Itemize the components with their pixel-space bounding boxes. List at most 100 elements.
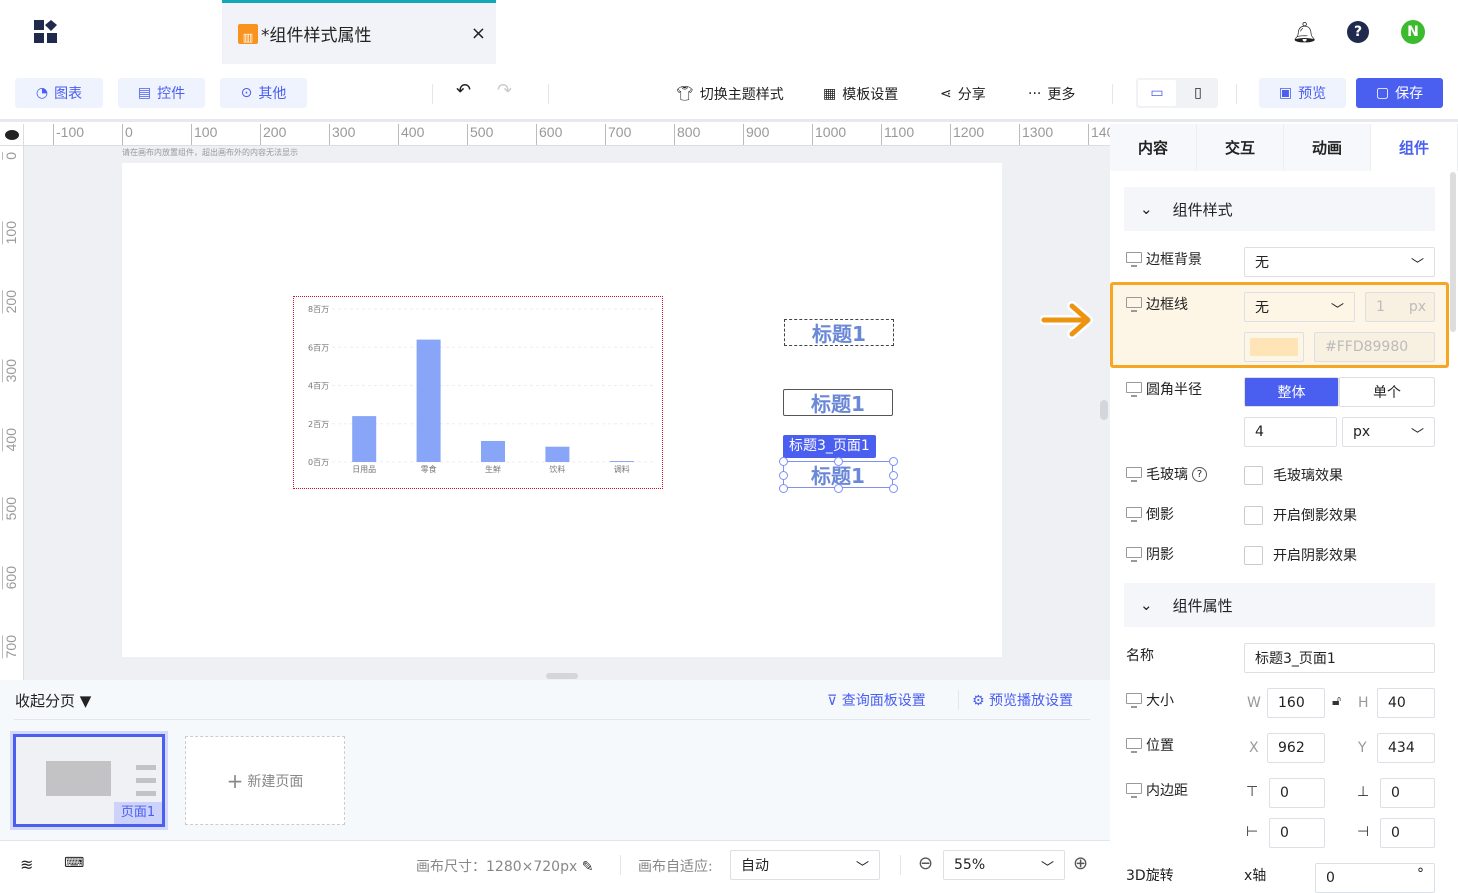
other-button[interactable]: ⊙ 其他	[220, 78, 307, 108]
border-line-select[interactable]: 无 ﹀	[1244, 292, 1355, 322]
width-input[interactable]: 160	[1267, 688, 1325, 718]
ruler-label: 800	[674, 124, 700, 145]
ruler-label: 100	[191, 124, 217, 145]
resize-handle[interactable]	[779, 457, 788, 466]
ruler-label: 1200	[950, 124, 984, 145]
caret-down-icon: ▼	[79, 692, 92, 710]
x-tick-label: 生鲜	[485, 464, 501, 474]
radius-unit-select[interactable]: px ﹀	[1342, 417, 1435, 447]
vertical-ruler[interactable]: 0 100 200 300 400 500 600 700	[0, 146, 24, 680]
glass-checkbox[interactable]: 毛玻璃效果	[1244, 465, 1343, 485]
scrollbar[interactable]	[546, 673, 578, 679]
help-icon[interactable]: ?	[1347, 21, 1369, 43]
template-button[interactable]: ▦ 模板设置	[823, 84, 898, 104]
desktop-icon[interactable]: ▭	[1138, 80, 1176, 106]
shadow-checkbox[interactable]: 开启阴影效果	[1244, 545, 1357, 565]
unlock-icon[interactable]: 🔓︎	[1332, 693, 1341, 709]
mobile-icon[interactable]: ▯	[1180, 80, 1216, 106]
save-button[interactable]: ▢ 保存	[1356, 78, 1443, 108]
new-page-button[interactable]: + 新建页面	[185, 736, 345, 825]
y-tick-label: 4百万	[308, 382, 329, 391]
template-icon: ▦	[823, 86, 837, 102]
layers-icon[interactable]: ≋	[20, 855, 33, 874]
x-input[interactable]: 962	[1267, 733, 1325, 763]
collapse-pages-button[interactable]: 收起分页 ▼	[15, 690, 91, 711]
preview-button[interactable]: ▣ 预览	[1259, 78, 1346, 108]
edit-icon[interactable]: ✎	[582, 859, 594, 875]
ruler-label: 400	[2, 428, 19, 452]
resize-handle[interactable]	[889, 471, 898, 480]
undo-icon[interactable]: ↶	[456, 80, 471, 101]
height-input[interactable]: 40	[1377, 688, 1435, 718]
border-color-input[interactable]: #FFD89980	[1314, 332, 1435, 362]
border-line-label: 边框线	[1126, 294, 1188, 314]
control-button[interactable]: ▤ 控件	[118, 78, 205, 108]
ruler-label: 300	[2, 359, 19, 383]
radius-input[interactable]: 4	[1244, 417, 1337, 447]
canvas-fit-select[interactable]: 自动 ﹀	[730, 850, 880, 880]
ruler-label: 140	[1088, 124, 1110, 145]
padding-left-input[interactable]: 0	[1269, 818, 1325, 848]
name-input[interactable]: 标题3_页面1	[1244, 643, 1435, 673]
ruler-label: 200	[2, 290, 19, 314]
resize-handle[interactable]	[889, 457, 898, 466]
padding-right-icon: ⊣	[1357, 824, 1370, 840]
tab-component-style[interactable]: ▥ *组件样式属性 ×	[222, 0, 496, 64]
tab-content[interactable]: 内容	[1110, 124, 1197, 171]
resize-handle[interactable]	[834, 457, 843, 466]
status-bar: ≋ ⌨ 画布尺寸：1280×720px ✎ 画布自适应: 自动 ﹀ ⊖ 55% ﹀ …	[0, 840, 1110, 889]
section-component-props[interactable]: ⌄ 组件属性	[1124, 583, 1435, 627]
more-button[interactable]: ··· 更多	[1028, 84, 1075, 104]
radius-whole-option[interactable]: 整体	[1244, 377, 1339, 407]
monitor-icon	[1126, 252, 1142, 267]
padding-top-input[interactable]: 0	[1269, 778, 1325, 808]
resize-handle[interactable]	[834, 484, 843, 493]
zoom-select[interactable]: 55% ﹀	[943, 850, 1065, 880]
ruler-label: 1100	[881, 124, 914, 145]
tab-interaction[interactable]: 交互	[1197, 124, 1284, 171]
padding-label: 内边距	[1126, 780, 1188, 800]
share-button[interactable]: ⋖ 分享	[940, 84, 986, 104]
y-input[interactable]: 434	[1377, 733, 1435, 763]
eye-icon[interactable]	[0, 124, 24, 146]
help-circle-icon: ?	[1192, 466, 1207, 482]
close-tab-icon[interactable]: ×	[471, 23, 486, 44]
resize-handle[interactable]	[779, 484, 788, 493]
y-tick-label: 8百万	[308, 305, 329, 314]
redo-icon[interactable]: ↷	[497, 80, 512, 101]
tab-component[interactable]: 组件	[1371, 124, 1458, 171]
page-thumbnail-1[interactable]: 页面1	[10, 731, 168, 830]
avatar[interactable]: N	[1401, 20, 1425, 44]
scrollbar[interactable]	[1100, 400, 1108, 420]
border-color-swatch[interactable]	[1244, 332, 1304, 362]
bell-icon[interactable]: 🔔︎	[1292, 20, 1317, 44]
ruler-label: 0	[2, 152, 19, 160]
keyboard-icon[interactable]: ⌨	[64, 855, 84, 871]
query-panel-settings[interactable]: ⊽ 查询面板设置	[827, 690, 926, 710]
theme-button[interactable]: 👕︎ 切换主题样式	[676, 84, 784, 104]
canvas-hint: 请在画布内放置组件，超出画布外的内容无法显示	[122, 148, 298, 157]
bar	[416, 339, 441, 462]
chart-button[interactable]: ◔ 图表	[15, 78, 103, 108]
panel-scrollbar[interactable]	[1450, 172, 1456, 332]
radius-single-option[interactable]: 单个	[1339, 377, 1435, 407]
preview-play-settings[interactable]: ⚙ 预览播放设置	[972, 690, 1073, 710]
horizontal-ruler[interactable]: -100 0 100 200 300 400 500 600 700 800 900 1000 1100…	[24, 124, 1110, 146]
apps-grid-icon[interactable]	[34, 20, 58, 48]
border-bg-select[interactable]: 无 ﹀	[1244, 247, 1435, 277]
padding-bottom-input[interactable]: 0	[1380, 778, 1435, 808]
device-switch: ▭ ▯	[1136, 78, 1218, 108]
monitor-icon	[1126, 783, 1142, 798]
title-component-2[interactable]: 标题1	[783, 389, 893, 416]
zoom-in-icon[interactable]: ⊕	[1073, 853, 1088, 874]
tab-animation[interactable]: 动画	[1284, 124, 1371, 171]
bar-chart-component[interactable]: 0百万 2百万 4百万 6百万 8百万 日用品 零食 生鲜 饮料 调料	[293, 296, 663, 489]
zoom-out-icon[interactable]: ⊖	[918, 853, 933, 874]
resize-handle[interactable]	[889, 484, 898, 493]
border-width-input[interactable]: 1 px	[1365, 292, 1435, 322]
reflect-checkbox[interactable]: 开启倒影效果	[1244, 505, 1357, 525]
resize-handle[interactable]	[779, 471, 788, 480]
title-component-1[interactable]: 标题1	[784, 319, 894, 346]
section-component-style[interactable]: ⌄ 组件样式	[1124, 187, 1435, 231]
padding-right-input[interactable]: 0	[1380, 818, 1435, 848]
